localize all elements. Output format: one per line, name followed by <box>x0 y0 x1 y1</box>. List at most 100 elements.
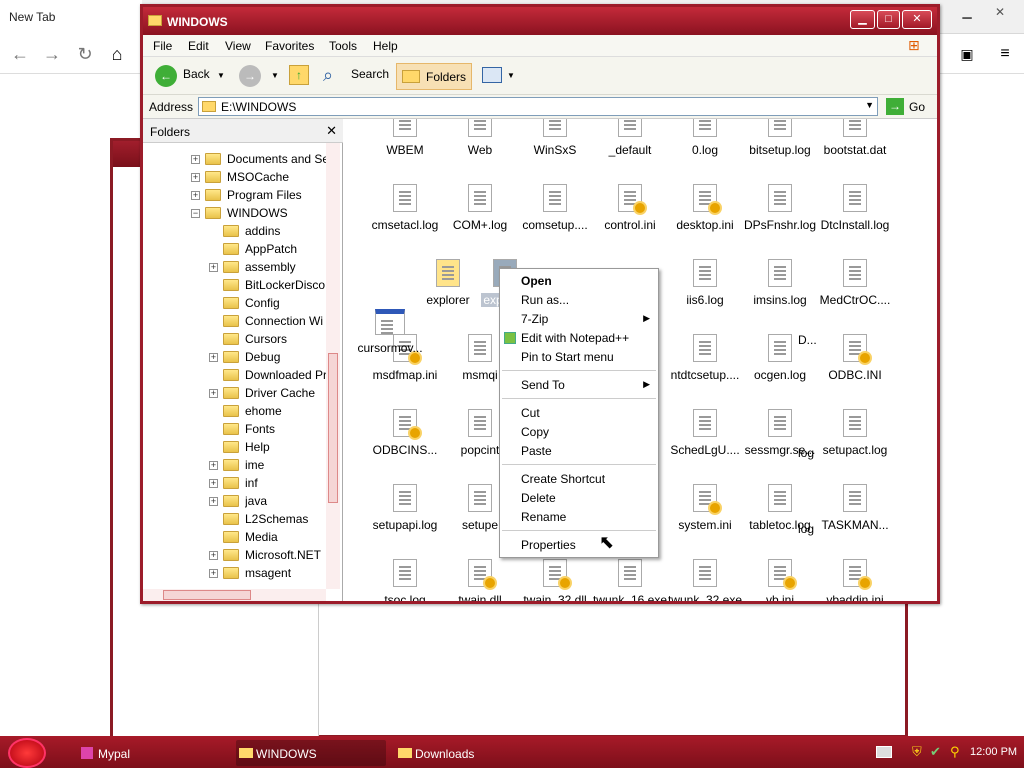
file-item[interactable]: ODBCINS... <box>363 409 447 457</box>
search-icon[interactable]: ⌕ <box>323 65 333 86</box>
file-item[interactable]: setupapi.log <box>363 484 447 532</box>
tree-item[interactable]: AppPatch <box>245 242 326 260</box>
tree-item[interactable]: inf <box>245 476 326 494</box>
browser-reload-icon[interactable]: ↻ <box>73 42 97 66</box>
clock[interactable]: 12:00 PM <box>970 746 1017 758</box>
go-button[interactable]: Go <box>909 100 925 114</box>
close-button[interactable]: ✕ <box>902 10 932 29</box>
file-item[interactable]: iis6.log <box>663 259 747 307</box>
file-item[interactable]: twunk_16.exe <box>588 559 672 601</box>
tree-expander-icon[interactable]: − <box>191 209 200 218</box>
file-item[interactable]: imsins.log <box>738 259 822 307</box>
tree-expander-icon[interactable]: + <box>209 569 218 578</box>
menu-help[interactable]: Help <box>373 39 398 53</box>
menu-item-create-shortcut[interactable]: Create Shortcut <box>500 470 658 488</box>
menu-item-copy[interactable]: Copy <box>500 423 658 441</box>
file-item[interactable]: desktop.ini <box>663 184 747 232</box>
tree-item[interactable]: Downloaded Pr <box>245 368 326 386</box>
folders-close-icon[interactable]: ✕ <box>326 123 337 139</box>
menu-item-edit-notepad[interactable]: Edit with Notepad++ <box>500 329 658 347</box>
browser-home-icon[interactable]: ⌂ <box>105 42 129 66</box>
taskbar-item-mypal[interactable]: Mypal <box>78 740 226 766</box>
menu-tools[interactable]: Tools <box>329 39 357 53</box>
up-folder-icon[interactable]: ↑ <box>289 65 309 85</box>
file-item[interactable]: system.ini <box>663 484 747 532</box>
tree-item[interactable]: Connection Wi <box>245 314 326 332</box>
menu-item-open[interactable]: Open <box>500 272 658 290</box>
start-button[interactable] <box>8 738 46 768</box>
menu-view[interactable]: View <box>225 39 251 53</box>
file-item[interactable]: cmsetacl.log <box>363 184 447 232</box>
address-input[interactable]: E:\WINDOWS ▼ <box>198 97 878 116</box>
file-item[interactable]: bitsetup.log <box>738 119 822 157</box>
minimize-button[interactable]: ▁ <box>850 10 875 29</box>
back-dropdown-icon[interactable]: ▼ <box>217 71 225 80</box>
tree-item[interactable]: ehome <box>245 404 326 422</box>
taskbar-item-windows[interactable]: WINDOWS <box>236 740 386 766</box>
tree-item[interactable]: Driver Cache <box>245 386 326 404</box>
file-item[interactable]: SchedLgU.... <box>663 409 747 457</box>
forward-arrow-icon[interactable]: → <box>239 65 261 87</box>
keyboard-icon[interactable] <box>876 746 892 758</box>
folders-button[interactable]: Folders <box>396 63 472 90</box>
tree-expander-icon[interactable]: + <box>209 479 218 488</box>
tree-expander-icon[interactable]: + <box>209 497 218 506</box>
browser-menu-icon[interactable]: ≡ <box>993 42 1017 66</box>
tree-item[interactable]: Microsoft.NET <box>245 548 326 566</box>
browser-back-icon[interactable]: ← <box>8 42 32 66</box>
tree-item[interactable]: WINDOWS <box>227 206 326 224</box>
tree-item[interactable]: msagent <box>245 566 326 584</box>
browser-forward-icon[interactable]: → <box>40 42 64 66</box>
file-item[interactable]: ntdtcsetup.... <box>663 334 747 382</box>
file-item[interactable]: tsoc.log <box>363 559 447 601</box>
menu-edit[interactable]: Edit <box>188 39 209 53</box>
file-item[interactable]: DtcInstall.log <box>813 184 897 232</box>
search-button[interactable]: Search <box>351 67 389 81</box>
network-icon[interactable]: ✔ <box>930 744 941 760</box>
tree-item[interactable]: java <box>245 494 326 512</box>
tree-item[interactable]: ime <box>245 458 326 476</box>
tree-expander-icon[interactable]: + <box>209 353 218 362</box>
file-item[interactable]: MedCtrOC.... <box>813 259 897 307</box>
file-item[interactable]: twunk_32.exe <box>663 559 747 601</box>
tree-item[interactable]: L2Schemas <box>245 512 326 530</box>
tree-expander-icon[interactable]: + <box>209 263 218 272</box>
explorer-titlebar[interactable]: WINDOWS ▁ □ ✕ <box>143 7 937 35</box>
folders-hscroll-thumb[interactable] <box>163 590 251 600</box>
views-icon[interactable] <box>482 67 502 83</box>
file-item[interactable]: vb.ini <box>738 559 822 601</box>
file-item[interactable]: DPsFnshr.log <box>738 184 822 232</box>
file-item[interactable]: WinSxS <box>513 119 597 157</box>
file-item[interactable]: Web <box>438 119 522 157</box>
back-arrow-icon[interactable]: ← <box>155 65 177 87</box>
browser-minimize-icon[interactable]: ▁ <box>952 4 982 20</box>
file-item[interactable]: _default <box>588 119 672 157</box>
go-arrow-icon[interactable]: → <box>886 98 904 115</box>
tree-item[interactable]: addins <box>245 224 326 242</box>
menu-favorites[interactable]: Favorites <box>265 39 314 53</box>
tree-expander-icon[interactable]: + <box>209 389 218 398</box>
shield-icon[interactable]: ⛨ <box>912 744 922 760</box>
browser-sidebar-icon[interactable]: ▣ <box>955 42 979 66</box>
file-item[interactable]: 0.log <box>663 119 747 157</box>
tree-expander-icon[interactable]: + <box>209 461 218 470</box>
forward-dropdown-icon[interactable]: ▼ <box>271 71 279 80</box>
menu-item-send-to[interactable]: Send To ▶ <box>500 376 658 394</box>
folders-scroll-thumb[interactable] <box>328 353 338 503</box>
tree-expander-icon[interactable]: + <box>191 155 200 164</box>
tree-expander-icon[interactable]: + <box>209 551 218 560</box>
tree-item[interactable]: Program Files <box>227 188 326 206</box>
menu-item-cut[interactable]: Cut <box>500 404 658 422</box>
menu-item-properties[interactable]: Properties <box>500 536 658 554</box>
tree-item[interactable]: Media <box>245 530 326 548</box>
back-button[interactable]: Back <box>183 67 210 81</box>
menu-file[interactable]: File <box>153 39 172 53</box>
tree-item[interactable]: Fonts <box>245 422 326 440</box>
file-item[interactable]: bootstat.dat <box>813 119 897 157</box>
file-item[interactable]: control.ini <box>588 184 672 232</box>
file-item[interactable]: twain_32.dll <box>513 559 597 601</box>
maximize-button[interactable]: □ <box>877 10 900 29</box>
browser-tab[interactable]: New Tab <box>0 0 142 34</box>
file-item[interactable]: cursormov... <box>348 309 432 355</box>
tree-expander-icon[interactable]: + <box>191 173 200 182</box>
